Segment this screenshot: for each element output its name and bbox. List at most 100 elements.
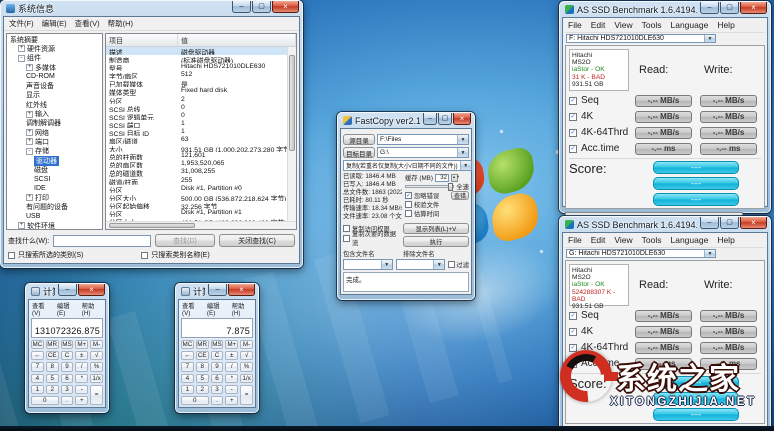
calc-button-0[interactable]: 0 (181, 396, 209, 405)
source-dir-button[interactable]: 源目录 (343, 134, 375, 145)
fastcopy-titlebar[interactable]: FastCopy ver2.11 – ▢ × (340, 112, 472, 128)
calc-button-mr[interactable]: MR (196, 340, 209, 349)
4K-checkbox[interactable]: ✓ (569, 113, 577, 121)
horizontal-scrollbar[interactable] (106, 221, 296, 229)
calc-button-[interactable]: . (211, 396, 224, 405)
table-row[interactable]: 已加载媒体是 (106, 79, 287, 87)
tree-item[interactable]: +打印 (7, 193, 102, 202)
dropdown-arrow-icon[interactable]: ▼ (704, 35, 715, 42)
read-value-button[interactable]: -.-- MB/s (635, 310, 692, 322)
table-row[interactable]: 大小931.51 GB (1,000,202,273,280 字节) (106, 144, 287, 152)
tree-item[interactable]: 调制解调器 (7, 119, 102, 128)
calc-button-5[interactable]: 5 (46, 374, 59, 383)
tree-item[interactable]: +软件环境 (7, 221, 102, 230)
minimize-button[interactable]: – (58, 284, 77, 296)
find-input[interactable] (53, 235, 151, 247)
calc-button-3[interactable]: 3 (211, 385, 224, 394)
table-row[interactable]: 描述磁盘驱动器 (106, 47, 287, 55)
calc-button-c[interactable]: C (61, 351, 74, 360)
include-filter-combo[interactable]: ▼ (343, 259, 393, 270)
dropdown-arrow-icon[interactable]: ▼ (457, 148, 468, 157)
calc-button-5[interactable]: 5 (196, 374, 209, 383)
table-row[interactable]: SCSI 目标 ID1 (106, 128, 287, 136)
dropdown-arrow-icon[interactable]: ▼ (457, 135, 468, 144)
menu-item-e[interactable]: 编辑(E) (42, 18, 67, 29)
calc-button-8[interactable]: 8 (196, 362, 209, 371)
calc-button-mr[interactable]: MR (46, 340, 59, 349)
calc-button-[interactable]: = (240, 385, 253, 405)
column-header-item[interactable]: 项目 (106, 34, 178, 47)
calc-button-[interactable]: * (225, 374, 238, 383)
4K-checkbox[interactable]: ✓ (569, 328, 577, 336)
score-value-button[interactable]: ---- (653, 193, 739, 206)
calc-button-m[interactable]: M- (90, 340, 103, 349)
calc-button-[interactable]: / (225, 362, 238, 371)
close-button[interactable]: × (228, 284, 255, 296)
table-row[interactable]: 分区Disk #1, Partition #0 (106, 185, 287, 193)
slider-thumb[interactable] (448, 183, 453, 191)
calc-button-4[interactable]: 4 (181, 374, 194, 383)
估算时间-checkbox[interactable] (405, 210, 412, 217)
menu-item-help[interactable]: Help (717, 235, 734, 245)
table-row[interactable]: 制造商(标准磁盘驱动器) (106, 55, 287, 63)
calc-button-1[interactable]: 1 (181, 385, 194, 394)
calc-button-3[interactable]: 3 (61, 385, 74, 394)
calc-button-6[interactable]: 6 (211, 374, 224, 383)
tree-item[interactable]: 系统摘要 (7, 35, 102, 44)
calc-button-0[interactable]: 0 (31, 396, 59, 405)
scrollbar-thumb[interactable] (289, 55, 295, 151)
read-value-button[interactable]: -.-- MB/s (635, 95, 692, 107)
calc-button-mc[interactable]: MC (181, 340, 194, 349)
4K-64Thrd-checkbox[interactable]: ✓ (569, 129, 577, 137)
search-category-names-checkbox[interactable] (141, 252, 148, 259)
calc-button-[interactable]: / (75, 362, 88, 371)
vertical-scrollbar[interactable] (287, 47, 296, 221)
menu-item-edit[interactable]: Edit (591, 235, 606, 245)
copy-option-checkbox[interactable] (343, 235, 350, 242)
drive-select-combo[interactable]: G: Hitachi HDS721010DLE630▼ (566, 249, 716, 258)
menu-item-v[interactable]: 查看(V) (75, 18, 100, 29)
maximize-button[interactable]: ▢ (252, 1, 271, 13)
expand-icon[interactable]: + (26, 111, 33, 118)
search-selected-category-checkbox[interactable] (8, 252, 15, 259)
tree-item[interactable]: -存储 (7, 147, 102, 156)
menu-item-e[interactable]: 编辑(E) (57, 301, 77, 317)
menu-item-help[interactable]: Help (717, 20, 734, 30)
menu-item-edit[interactable]: Edit (591, 20, 606, 30)
system-info-titlebar[interactable]: 系统信息 – ▢ × (3, 0, 300, 16)
calc-button-1x[interactable]: 1/x (240, 374, 253, 383)
read-value-button[interactable]: -.-- ms (635, 143, 692, 155)
maximize-button[interactable]: ▢ (438, 113, 452, 125)
menu-item-e[interactable]: 编辑(E) (207, 301, 227, 317)
maximize-button[interactable]: ▢ (720, 217, 739, 229)
tree-item[interactable]: +硬件资源 (7, 44, 102, 53)
calc-button-6[interactable]: 6 (61, 374, 74, 383)
table-row[interactable]: 扇区/磁道63 (106, 136, 287, 144)
close-button[interactable]: × (740, 2, 767, 14)
maximize-button[interactable]: ▢ (720, 2, 739, 14)
tree-item[interactable]: SCSI (7, 174, 102, 183)
calculator-titlebar[interactable]: 计算器–× (178, 283, 256, 299)
write-value-button[interactable]: -.-- MB/s (700, 111, 757, 123)
table-row[interactable]: 分区起始偏移32,256 字节 (106, 201, 287, 209)
calc-button-[interactable]: ← (181, 351, 194, 360)
calc-button-[interactable]: √ (240, 351, 253, 360)
menu-item-file[interactable]: File (568, 235, 582, 245)
menu-item-language[interactable]: Language (670, 235, 708, 245)
menu-item-v[interactable]: 查看(V) (32, 301, 52, 317)
忽略错误-checkbox[interactable]: ✓ (405, 192, 412, 199)
menu-item-view[interactable]: View (614, 20, 632, 30)
calc-button-[interactable]: - (225, 385, 238, 394)
Seq-checkbox[interactable]: ✓ (569, 312, 577, 320)
exclude-filter-combo[interactable]: ▼ (396, 259, 446, 270)
calculator-titlebar[interactable]: 计算器–× (28, 283, 106, 299)
tree-item[interactable]: +输入 (7, 109, 102, 118)
collapse-icon[interactable]: - (18, 55, 25, 62)
minimize-button[interactable]: – (208, 284, 227, 296)
write-value-button[interactable]: -.-- MB/s (700, 127, 757, 139)
write-value-button[interactable]: -.-- MB/s (700, 310, 757, 322)
minimize-button[interactable]: – (700, 2, 719, 14)
scrollbar-thumb[interactable] (109, 223, 195, 228)
calc-button-ce[interactable]: CE (46, 351, 59, 360)
close-button[interactable]: × (78, 284, 105, 296)
